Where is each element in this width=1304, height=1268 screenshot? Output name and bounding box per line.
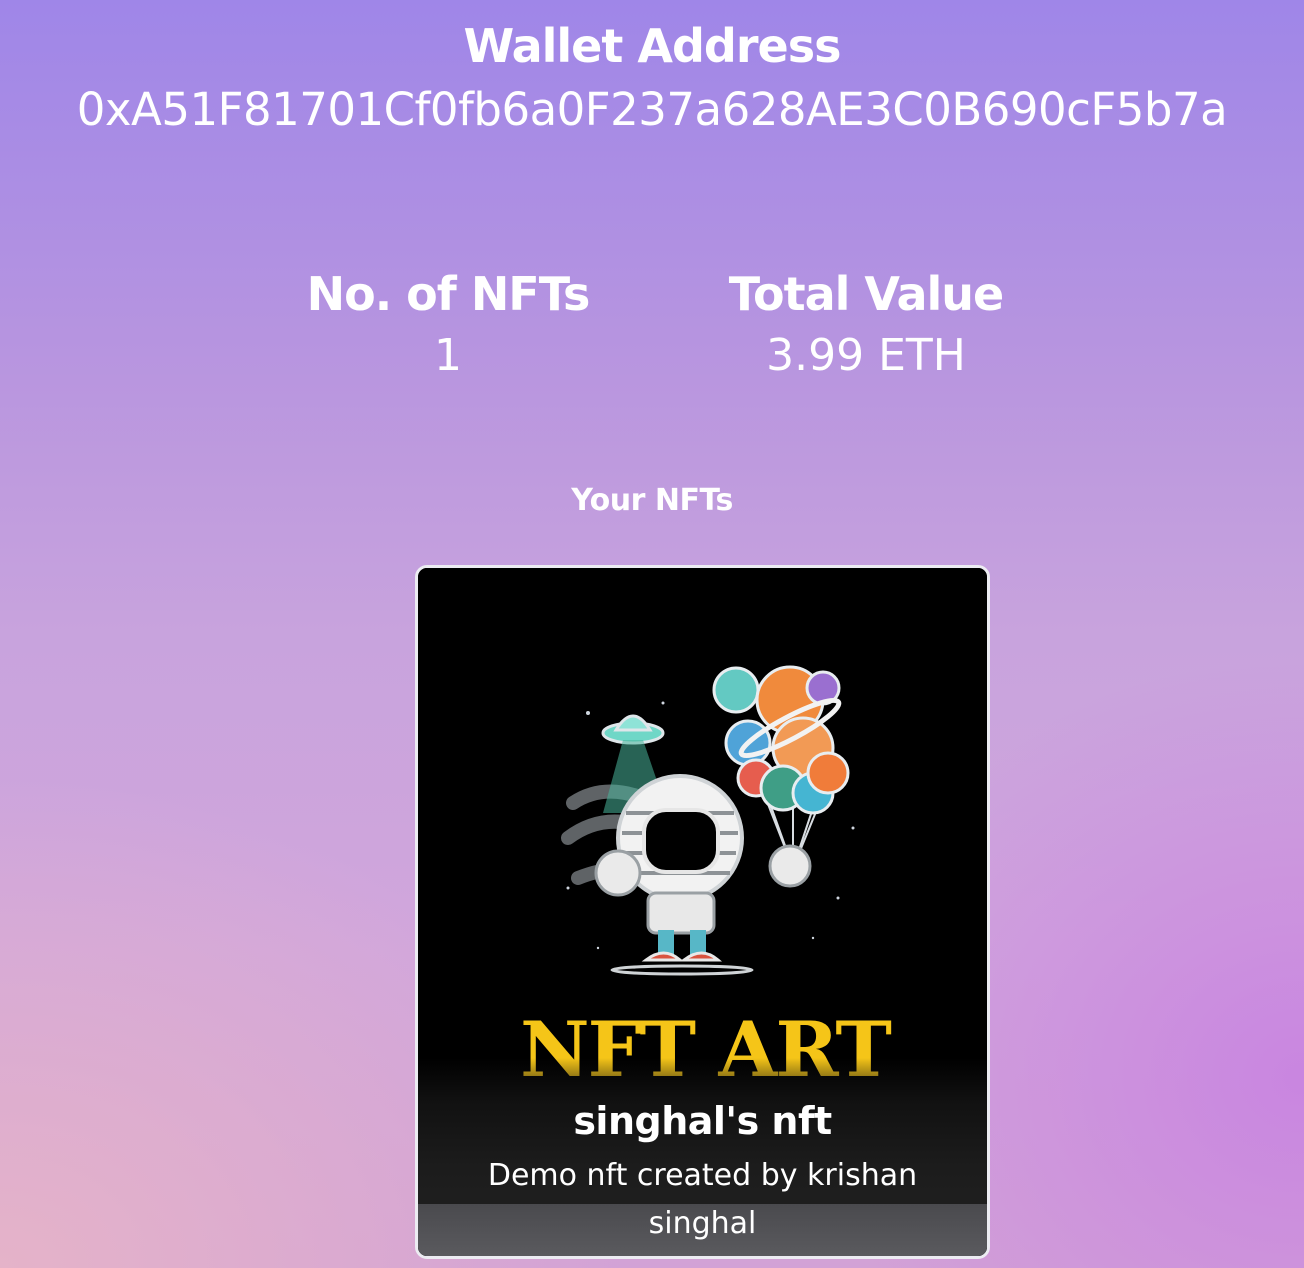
nft-count-stat: No. of NFTs 1 [248,266,648,386]
nft-description: Demo nft created by krishan singhal [487,1158,918,1241]
nft-card[interactable]: NFT ART singhal's nft Demo nft created b… [415,565,990,1259]
wallet-address-title: Wallet Address [463,19,842,73]
your-nfts-heading: Your NFTs [571,483,733,518]
nft-count-label: No. of NFTs [306,267,591,321]
nft-count-value: 1 [434,330,462,381]
wallet-address-value: 0xA51F81701Cf0fb6a0F237a628AE3C0B690cF5b… [76,83,1228,136]
nft-name: singhal's nft [573,1099,832,1143]
total-value-stat: Total Value 3.99 ETH [666,266,1066,386]
total-value-label: Total Value [728,267,1005,321]
total-value-amount: 3.99 ETH [766,330,966,381]
nft-image: NFT ART [418,568,987,1088]
